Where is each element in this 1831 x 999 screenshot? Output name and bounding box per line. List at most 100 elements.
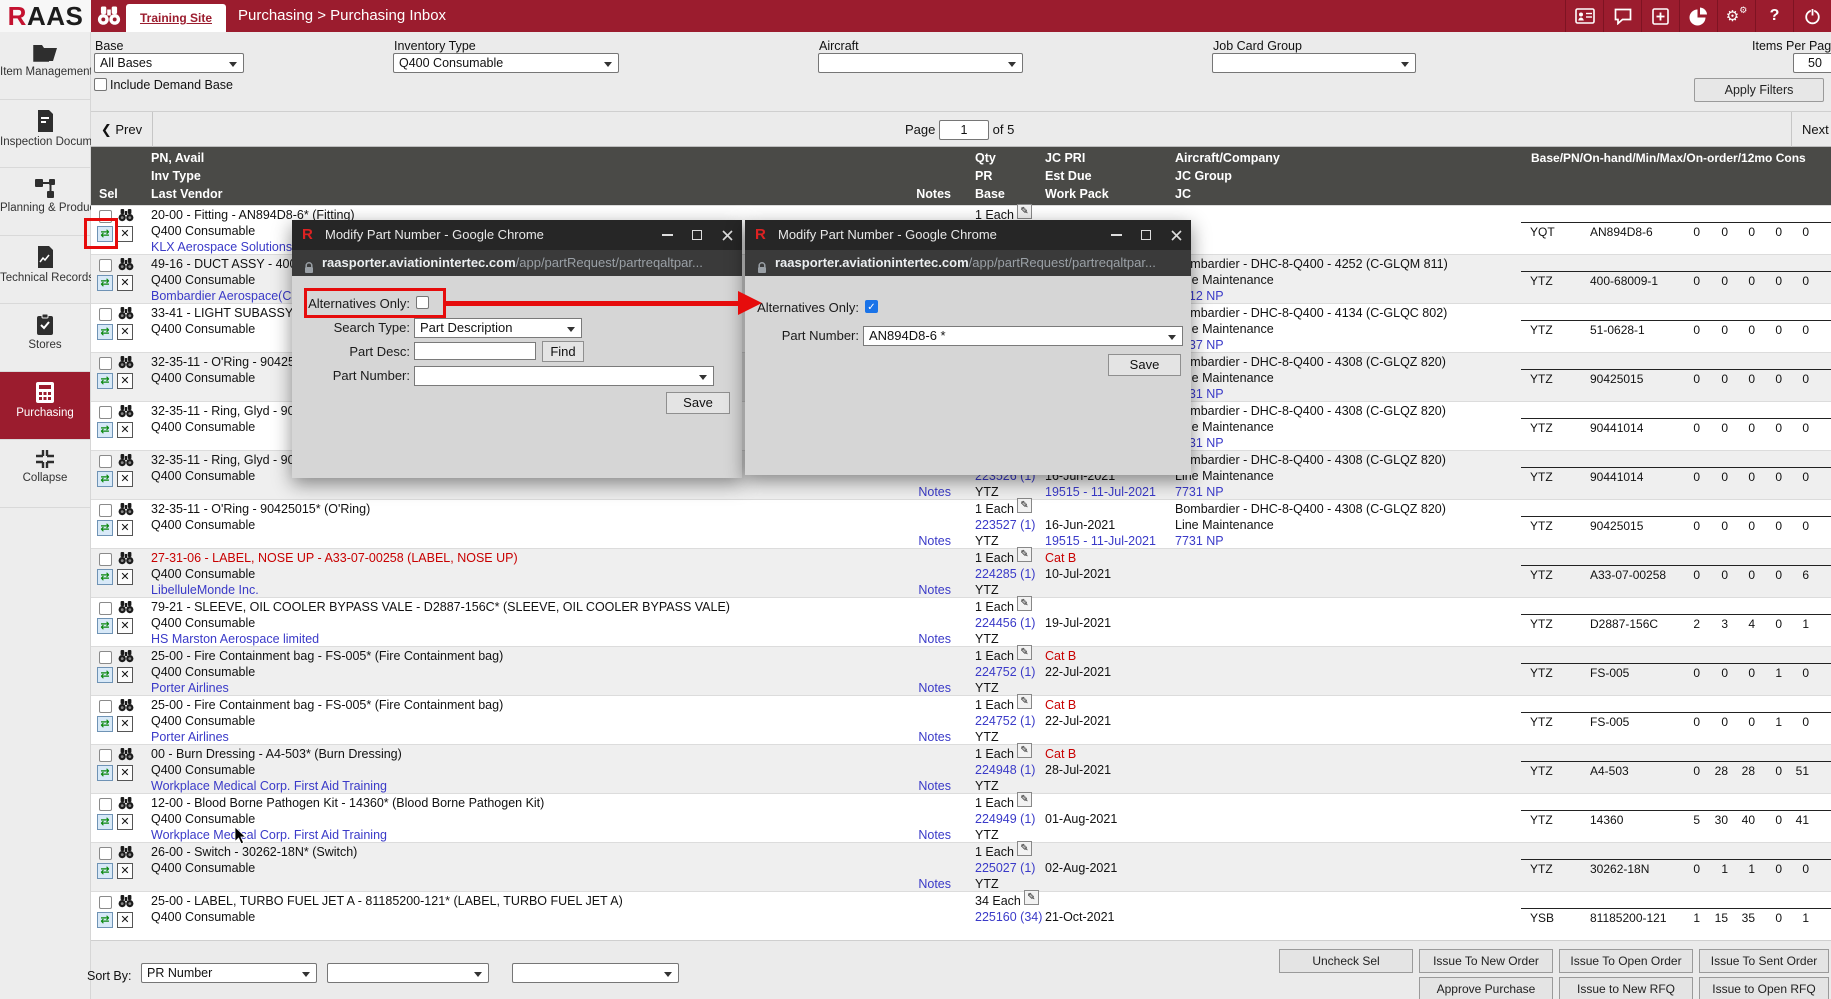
remove-icon[interactable]: ✕ [117,275,133,291]
notes-link[interactable]: Notes [881,779,951,793]
remove-icon[interactable]: ✕ [117,471,133,487]
row-select-checkbox[interactable] [99,651,112,664]
include-demand-base-checkbox[interactable] [94,78,107,91]
sidebar-item-purchasing[interactable]: Purchasing [0,372,90,440]
next-page-button[interactable]: Next ❯ [1791,112,1831,148]
notes-link[interactable]: Notes [881,534,951,548]
last-vendor-link[interactable]: Workplace Medical Corp. First Aid Traini… [151,828,387,842]
row-select-checkbox[interactable] [99,749,112,762]
row-select-checkbox[interactable] [99,896,112,909]
alternate-part-icon[interactable]: ⇄ [97,814,113,830]
work-pack-link[interactable]: 19515 - 11-Jul-2021 [1045,534,1156,548]
notes-link[interactable]: Notes [881,632,951,646]
edit-quantity-icon[interactable]: ✎ [1017,694,1032,709]
edit-quantity-icon[interactable]: ✎ [1017,498,1032,513]
apply-filters-button[interactable]: Apply Filters [1694,78,1824,102]
pr-link[interactable]: 225160 (34) [975,910,1042,924]
edit-quantity-icon[interactable]: ✎ [1017,596,1032,611]
close-icon[interactable] [1161,220,1191,250]
remove-icon[interactable]: ✕ [117,863,133,879]
row-select-checkbox[interactable] [99,798,112,811]
alternate-part-icon[interactable]: ⇄ [97,471,113,487]
row-select-checkbox[interactable] [99,357,112,370]
save-button[interactable]: Save [666,392,730,414]
binoculars-icon[interactable] [118,306,134,323]
row-select-checkbox[interactable] [99,259,112,272]
sort-select-3[interactable] [512,963,679,983]
binoculars-icon[interactable] [118,894,134,911]
notes-link[interactable]: Notes [881,681,951,695]
row-select-checkbox[interactable] [99,700,112,713]
search-type-select[interactable]: Part Description [414,318,582,338]
row-select-checkbox[interactable] [99,406,112,419]
alternate-part-icon[interactable]: ⇄ [97,520,113,536]
row-select-checkbox[interactable] [99,455,112,468]
edit-quantity-icon[interactable]: ✎ [1017,743,1032,758]
alternatives-only-checkbox-checked[interactable]: ✓ [865,300,878,313]
notes-link[interactable]: Notes [881,877,951,891]
remove-icon[interactable]: ✕ [117,324,133,340]
prev-page-button[interactable]: ❮ Prev [91,112,153,148]
alternate-part-icon[interactable]: ⇄ [97,863,113,879]
binoculars-icon[interactable] [97,5,121,31]
jc-link[interactable]: 7731 NP [1175,485,1224,499]
issue-to-open-order-button[interactable]: Issue To Open Order [1559,949,1693,973]
edit-quantity-icon[interactable]: ✎ [1017,547,1032,562]
binoculars-icon[interactable] [118,747,134,764]
inventory-type-select[interactable]: Q400 Consumable [393,53,619,73]
binoculars-icon[interactable] [118,355,134,372]
pie-chart-icon[interactable] [1679,0,1717,32]
row-select-checkbox[interactable] [99,504,112,517]
approve-purchase-button[interactable]: Approve Purchase [1419,977,1553,999]
alternate-part-icon[interactable]: ⇄ [97,716,113,732]
remove-icon[interactable]: ✕ [117,618,133,634]
row-select-checkbox[interactable] [99,602,112,615]
pr-link[interactable]: 223527 (1) [975,518,1035,532]
binoculars-icon[interactable] [118,404,134,421]
maximize-icon[interactable] [682,220,712,250]
add-icon[interactable] [1641,0,1679,32]
remove-icon[interactable]: ✕ [117,569,133,585]
sidebar-item-inspection-documents[interactable]: Inspection Documents [0,100,90,168]
tab-training-site[interactable]: Training Site [126,4,226,32]
remove-icon[interactable]: ✕ [117,716,133,732]
alternate-part-icon[interactable]: ⇄ [97,618,113,634]
alternate-part-icon[interactable]: ⇄ [97,324,113,340]
base-select[interactable]: All Bases [94,53,244,73]
maximize-icon[interactable] [1131,220,1161,250]
remove-icon[interactable]: ✕ [117,373,133,389]
sort-select-2[interactable] [327,963,489,983]
work-pack-link[interactable]: 19515 - 11-Jul-2021 [1045,485,1156,499]
edit-quantity-icon[interactable]: ✎ [1024,890,1039,905]
sidebar-item-technical-records[interactable]: Technical Records [0,236,90,304]
issue-to-new-order-button[interactable]: Issue To New Order [1419,949,1553,973]
alternate-part-icon[interactable]: ⇄ [97,569,113,585]
issue-to-new-rfq-button[interactable]: Issue to New RFQ [1559,977,1693,999]
part-number-select[interactable] [414,366,714,386]
binoculars-icon[interactable] [118,845,134,862]
sidebar-item-item-management[interactable]: Item Management [0,32,90,100]
binoculars-icon[interactable] [118,649,134,666]
binoculars-icon[interactable] [118,796,134,813]
notes-link[interactable]: Notes [881,485,951,499]
uncheck-sel-button[interactable]: Uncheck Sel [1279,949,1413,973]
items-per-page-input[interactable]: 50 [1793,53,1831,73]
remove-icon[interactable]: ✕ [117,765,133,781]
chat-icon[interactable] [1603,0,1641,32]
binoculars-icon[interactable] [118,600,134,617]
sort-select-1[interactable]: PR Number [141,963,317,983]
pr-link[interactable]: 224752 (1) [975,714,1035,728]
window-title-bar[interactable]: R Modify Part Number - Google Chrome [292,220,742,250]
alternate-part-icon[interactable]: ⇄ [97,667,113,683]
notes-link[interactable]: Notes [881,730,951,744]
issue-to-sent-order-button[interactable]: Issue To Sent Order [1699,949,1829,973]
last-vendor-link[interactable]: Workplace Medical Corp. First Aid Traini… [151,779,387,793]
pr-link[interactable]: 224948 (1) [975,763,1035,777]
row-select-checkbox[interactable] [99,553,112,566]
job-card-group-select[interactable] [1212,53,1416,73]
minimize-icon[interactable] [1101,220,1131,250]
pr-link[interactable]: 224949 (1) [975,812,1035,826]
aircraft-select[interactable] [818,53,1023,73]
edit-quantity-icon[interactable]: ✎ [1017,841,1032,856]
window-title-bar[interactable]: R Modify Part Number - Google Chrome [745,220,1191,250]
